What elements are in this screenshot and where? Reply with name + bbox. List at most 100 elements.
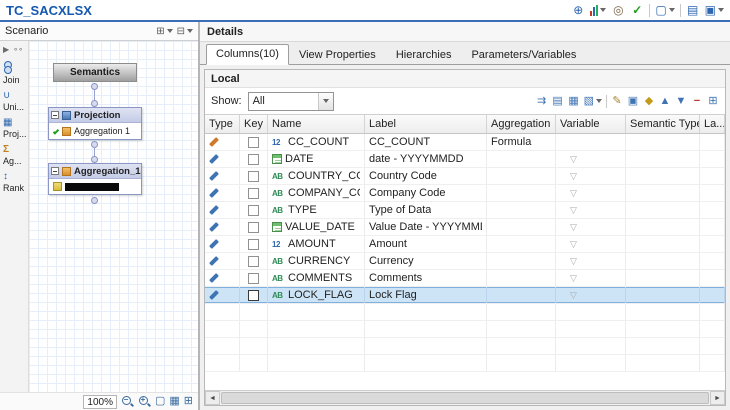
aggregation-node[interactable]: Aggregation_1	[48, 163, 142, 195]
column-name: LOCK_FLAG	[288, 289, 353, 301]
add-counter-icon[interactable]: ▧	[584, 94, 602, 108]
variable-filter-icon[interactable]: ▽	[570, 256, 577, 267]
variable-filter-icon[interactable]: ▽	[570, 154, 577, 165]
semantics-node[interactable]: Semantics	[53, 63, 137, 82]
connector-port[interactable]	[91, 197, 98, 204]
add-calculated-column-icon[interactable]: ▦	[568, 94, 580, 108]
find-icon[interactable]: ◎	[611, 3, 625, 17]
copy-icon[interactable]: ▣	[627, 94, 639, 108]
table-row[interactable]: ABCOMMENTS Comments ▽	[205, 270, 725, 287]
column-header-label-column[interactable]: La...	[700, 115, 725, 133]
connector-icon[interactable]: ∘∘	[13, 44, 23, 55]
projection-node-icon	[62, 111, 71, 120]
column-header-type[interactable]: Type	[205, 115, 240, 133]
horizontal-scrollbar[interactable]: ◄ ►	[205, 390, 725, 405]
edit-icon[interactable]: ✎	[611, 94, 623, 108]
collapse-node-icon[interactable]	[51, 111, 59, 119]
zoom-level[interactable]: 100%	[83, 395, 117, 409]
variable-filter-icon[interactable]: ▽	[570, 171, 577, 182]
propagate-to-semantics-icon[interactable]: ⇉	[536, 94, 548, 108]
variable-filter-icon[interactable]: ▽	[570, 222, 577, 233]
variable-filter-icon[interactable]: ▽	[570, 239, 577, 250]
table-row[interactable]: ABTYPE Type of Data ▽	[205, 202, 725, 219]
scrollbar-thumb[interactable]	[221, 392, 709, 404]
projection-node-header[interactable]: Projection	[49, 108, 141, 123]
overview-icon[interactable]: ▦	[169, 396, 179, 407]
collapse-node-icon[interactable]	[51, 167, 59, 175]
open-layout-icon[interactable]: ▢	[655, 3, 674, 17]
table-row[interactable]: VALUE_DATE Value Date - YYYYMMDD ▽	[205, 219, 725, 236]
table-row-selected[interactable]: ABLOCK_FLAG Lock Flag ▽	[205, 287, 725, 304]
column-header-semantic-type[interactable]: Semantic Type	[626, 115, 700, 133]
key-checkbox[interactable]	[248, 256, 259, 267]
table-row[interactable]: ABCOUNTRY_CODE Country Code ▽	[205, 168, 725, 185]
variable-filter-icon[interactable]: ▽	[570, 188, 577, 199]
key-cell	[240, 253, 268, 269]
palette-item-union[interactable]: ∪ Uni...	[2, 89, 26, 113]
column-header-variable[interactable]: Variable	[556, 115, 626, 133]
tab-view-properties[interactable]: View Properties	[289, 45, 386, 65]
table-row[interactable]: ABCOMPANY_CO... Company Code ▽	[205, 185, 725, 202]
column-label: Comments	[369, 272, 422, 284]
connector-port[interactable]	[91, 156, 98, 163]
table-row[interactable]: 12CC_COUNT CC_COUNT Formula	[205, 134, 725, 151]
table-row[interactable]: 12AMOUNT Amount ▽	[205, 236, 725, 253]
scroll-right-button[interactable]: ►	[710, 391, 725, 405]
connector-port[interactable]	[91, 83, 98, 90]
assign-semantics-icon[interactable]: ◆	[643, 94, 655, 108]
tab-columns[interactable]: Columns(10)	[206, 44, 289, 65]
palette-item-aggregation[interactable]: Σ Ag...	[2, 143, 26, 167]
scenario-canvas[interactable]: Semantics Projection Aggreg	[29, 41, 198, 392]
palette-item-projection[interactable]: ▦ Proj...	[2, 116, 26, 140]
collapse-all-icon[interactable]: ⊟	[177, 26, 193, 37]
key-checkbox[interactable]	[248, 273, 259, 284]
key-checkbox[interactable]	[248, 171, 259, 182]
editor-switch-icon[interactable]: ▤	[686, 3, 700, 17]
mapping-icon[interactable]: ⊞	[707, 94, 719, 108]
add-columns-icon[interactable]: ▤	[552, 94, 564, 108]
key-checkbox[interactable]	[248, 290, 259, 301]
variable-filter-icon[interactable]: ▽	[570, 205, 577, 216]
aggregation-node-header[interactable]: Aggregation_1	[49, 164, 141, 179]
expand-all-icon[interactable]: ⊞	[156, 26, 172, 37]
palette-item-rank[interactable]: ↕ Rank	[2, 170, 26, 194]
data-preview-icon[interactable]	[590, 3, 606, 17]
combo-dropdown-button[interactable]	[318, 93, 333, 110]
projection-node[interactable]: Projection Aggregation 1	[48, 107, 142, 140]
connector-port[interactable]	[91, 100, 98, 107]
variable-filter-icon[interactable]: ▽	[570, 273, 577, 284]
show-filter-select[interactable]: All	[248, 92, 334, 111]
key-checkbox[interactable]	[248, 154, 259, 165]
remove-icon[interactable]: −	[691, 94, 703, 108]
column-type-icon	[209, 273, 219, 283]
column-header-name[interactable]: Name	[268, 115, 365, 133]
scroll-left-button[interactable]: ◄	[205, 391, 220, 405]
zoom-out-icon[interactable]: −	[121, 395, 134, 408]
tab-hierarchies[interactable]: Hierarchies	[386, 45, 462, 65]
pointer-icon[interactable]: ▶	[3, 44, 9, 55]
aggregation-node-source[interactable]	[49, 179, 141, 194]
column-header-key[interactable]: Key	[240, 115, 268, 133]
key-checkbox[interactable]	[248, 222, 259, 233]
zoom-in-icon[interactable]: +	[138, 395, 151, 408]
validate-icon[interactable]: ✓	[630, 3, 644, 17]
cell	[487, 304, 556, 320]
fit-to-screen-icon[interactable]: ▢	[155, 396, 165, 407]
move-up-icon[interactable]: ▲	[659, 94, 671, 108]
tab-parameters-variables[interactable]: Parameters/Variables	[461, 45, 586, 65]
deploy-icon[interactable]: ⊕	[571, 3, 585, 17]
variable-filter-icon[interactable]: ▽	[570, 290, 577, 301]
table-row[interactable]: DATE date - YYYYMMDD ▽	[205, 151, 725, 168]
table-row[interactable]: ABCURRENCY Currency ▽	[205, 253, 725, 270]
column-header-label[interactable]: Label	[365, 115, 487, 133]
auto-layout-icon[interactable]: ⊞	[184, 396, 193, 407]
projection-node-source[interactable]: Aggregation 1	[49, 123, 141, 139]
move-down-icon[interactable]: ▼	[675, 94, 687, 108]
key-checkbox[interactable]	[248, 239, 259, 250]
maximize-icon[interactable]: ▣	[705, 3, 724, 17]
key-checkbox[interactable]	[248, 137, 259, 148]
key-checkbox[interactable]	[248, 205, 259, 216]
palette-item-join[interactable]: Join	[2, 60, 26, 86]
column-header-aggregation[interactable]: Aggregation	[487, 115, 556, 133]
key-checkbox[interactable]	[248, 188, 259, 199]
